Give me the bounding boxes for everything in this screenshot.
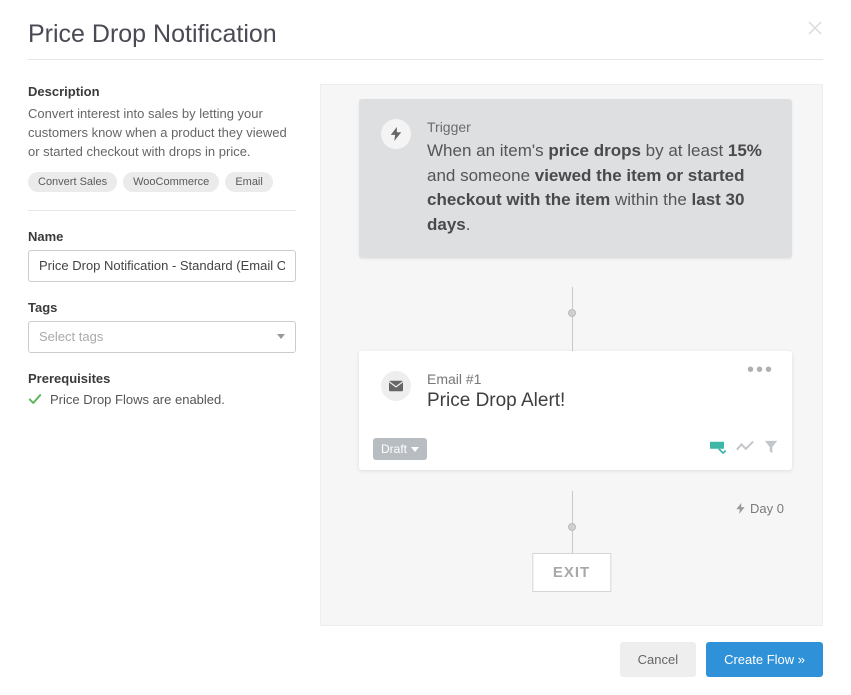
- timing-label: Day 0: [735, 501, 784, 516]
- trigger-label: Trigger: [427, 119, 770, 135]
- analytics-icon[interactable]: [736, 440, 754, 459]
- page-title: Price Drop Notification: [28, 20, 823, 49]
- bolt-icon: [381, 119, 411, 149]
- email-subject: Price Drop Alert!: [427, 390, 565, 412]
- close-icon[interactable]: [807, 20, 823, 36]
- check-icon: [28, 392, 42, 409]
- filter-icon[interactable]: [764, 440, 778, 459]
- status-chip[interactable]: Draft: [373, 438, 427, 460]
- pill-convert-sales: Convert Sales: [28, 172, 117, 192]
- delivery-icon[interactable]: [708, 440, 726, 459]
- status-chip-label: Draft: [381, 442, 407, 456]
- chevron-down-icon: [411, 447, 419, 452]
- prerequisite-text: Price Drop Flows are enabled.: [50, 392, 225, 407]
- exit-card: EXIT: [532, 553, 611, 592]
- email-card[interactable]: Email #1 Price Drop Alert! ••• Draft: [359, 351, 792, 470]
- trigger-card[interactable]: Trigger When an item's price drops by at…: [359, 99, 792, 258]
- prerequisites-heading: Prerequisites: [28, 371, 296, 386]
- left-divider: [28, 210, 296, 211]
- category-tags: Convert Sales WooCommerce Email: [28, 172, 296, 192]
- pill-email: Email: [225, 172, 273, 192]
- tags-heading: Tags: [28, 300, 296, 315]
- cancel-button[interactable]: Cancel: [620, 642, 696, 677]
- prerequisite-item: Price Drop Flows are enabled.: [28, 392, 296, 409]
- tags-placeholder: Select tags: [39, 329, 103, 344]
- trigger-text: When an item's price drops by at least 1…: [427, 139, 770, 238]
- more-icon[interactable]: •••: [747, 365, 774, 375]
- connector-line: [572, 287, 573, 351]
- tags-select[interactable]: Select tags: [28, 321, 296, 353]
- pill-woocommerce: WooCommerce: [123, 172, 219, 192]
- flow-canvas: Trigger When an item's price drops by at…: [320, 84, 823, 626]
- create-flow-button[interactable]: Create Flow »: [706, 642, 823, 677]
- connector-node[interactable]: [568, 309, 576, 317]
- description-heading: Description: [28, 84, 296, 99]
- header-divider: [28, 59, 823, 60]
- email-label: Email #1: [427, 371, 565, 387]
- email-icon: [381, 371, 411, 401]
- description-text: Convert interest into sales by letting y…: [28, 105, 296, 162]
- connector-node[interactable]: [568, 523, 576, 531]
- chevron-down-icon: [277, 334, 285, 339]
- connector-line: [572, 491, 573, 553]
- name-input[interactable]: [28, 250, 296, 282]
- name-heading: Name: [28, 229, 296, 244]
